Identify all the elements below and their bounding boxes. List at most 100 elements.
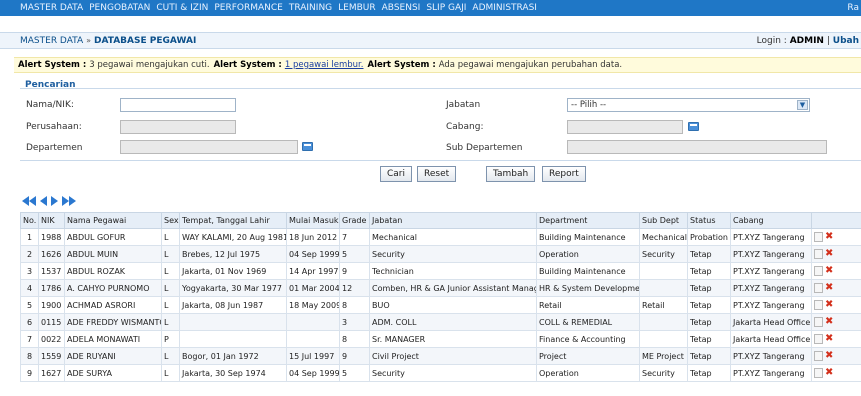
cell-status: Tetap [687, 296, 731, 314]
edit-icon[interactable] [814, 300, 823, 310]
table-row[interactable]: 9 1627 ADE SURYA L Jakarta, 30 Sep 1974 04 Se… [20, 364, 861, 382]
delete-icon[interactable]: ✖ [825, 283, 833, 293]
cell-cabang: Jakarta Head Office [730, 330, 812, 348]
nav-item-pengobatan[interactable]: PENGOBATAN [89, 3, 150, 13]
perusahaan-label: Perusahaan: [26, 122, 82, 132]
cell-ttl [179, 330, 287, 348]
table-row[interactable]: 2 1626 ABDUL MUIN L Brebes, 12 Jul 1975 04 Se… [20, 245, 861, 263]
cell-nama: A. CAHYO PURNOMO [64, 279, 162, 297]
table-row[interactable]: 7 0022 ADELA MONAWATI P 8 Sr. MANAGER Finance … [20, 330, 861, 348]
cell-mulai-masuk: 18 Jun 2012 [286, 228, 340, 246]
cell-jabatan: Technician [369, 262, 537, 280]
edit-icon[interactable] [814, 266, 823, 276]
cell-department: Building Maintenance [536, 262, 640, 280]
alert-lembur-link[interactable]: 1 pegawai lembur. [285, 60, 364, 70]
column-header[interactable]: Sex [161, 212, 180, 229]
column-header[interactable]: Mulai Masuk [286, 212, 340, 229]
cell-nama: ADE RUYANI [64, 347, 162, 365]
cell-sex: L [161, 313, 180, 331]
departemen-input[interactable] [120, 140, 298, 154]
double-left-arrow-icon[interactable] [22, 196, 36, 206]
delete-icon[interactable]: ✖ [825, 351, 833, 361]
table-row[interactable]: 8 1559 ADE RUYANI L Bogor, 01 Jan 1972 15 Jul… [20, 347, 861, 365]
nav-item-master-data[interactable]: MASTER DATA [20, 3, 83, 13]
reset-button[interactable]: Reset [417, 166, 457, 182]
cell-actions: ✖ [811, 279, 861, 297]
cell-sex: P [161, 330, 180, 348]
table-row[interactable]: 6 0115 ADE FREDDY WISMANTO L 3 ADM. COLL COLL … [20, 313, 861, 331]
cell-no: 1 [20, 228, 39, 246]
employee-table: No. NIK Nama Pegawai Sex Tempat, Tanggal… [20, 212, 861, 382]
cell-mulai-masuk: 15 Jul 1997 [286, 347, 340, 365]
jabatan-select[interactable]: -- Pilih -- ▼ [567, 98, 810, 112]
edit-icon[interactable] [814, 232, 823, 242]
alert-perubahan: Alert System : Ada pegawai mengajukan per… [367, 60, 622, 70]
breadcrumb-root[interactable]: MASTER DATA [20, 36, 83, 46]
edit-icon[interactable] [814, 351, 823, 361]
column-header[interactable]: NIK [38, 212, 65, 229]
ubah-link[interactable]: Ubah [833, 36, 859, 46]
login-label: Login : [756, 36, 787, 46]
table-row[interactable]: 4 1786 A. CAHYO PURNOMO L Yogyakarta, 30 Mar… [20, 279, 861, 297]
table-row[interactable]: 3 1537 ABDUL ROZAK L Jakarta, 01 Nov 1969 14 … [20, 262, 861, 280]
column-header[interactable]: Nama Pegawai [64, 212, 162, 229]
delete-icon[interactable]: ✖ [825, 249, 833, 259]
cell-nama: ABDUL ROZAK [64, 262, 162, 280]
cell-status: Tetap [687, 313, 731, 331]
tambah-button[interactable]: Tambah [486, 166, 536, 182]
perusahaan-input[interactable] [120, 120, 236, 134]
sub-departemen-input[interactable] [567, 140, 827, 154]
edit-icon[interactable] [814, 334, 823, 344]
cell-status: Tetap [687, 347, 731, 365]
delete-icon[interactable]: ✖ [825, 266, 833, 276]
edit-icon[interactable] [814, 249, 823, 259]
nama-nik-input[interactable] [120, 98, 236, 112]
nav-item-absensi[interactable]: ABSENSI [382, 3, 421, 13]
calendar-icon[interactable] [688, 122, 699, 131]
delete-icon[interactable]: ✖ [825, 368, 833, 378]
table-row[interactable]: 5 1900 ACHMAD ASRORI L Jakarta, 08 Jun 1987 1… [20, 296, 861, 314]
edit-icon[interactable] [814, 283, 823, 293]
cell-sex: L [161, 245, 180, 263]
report-button[interactable]: Report [542, 166, 586, 182]
cari-button[interactable]: Cari [380, 166, 412, 182]
nav-item-cuti-izin[interactable]: CUTI & IZIN [156, 3, 208, 13]
cell-department: HR & System Development [536, 279, 640, 297]
column-header[interactable]: Cabang [730, 212, 812, 229]
cell-actions: ✖ [811, 313, 861, 331]
column-header[interactable]: Tempat, Tanggal Lahir [179, 212, 287, 229]
calendar-icon[interactable] [302, 142, 313, 151]
divider [20, 160, 861, 161]
double-right-arrow-icon[interactable] [62, 196, 76, 206]
cell-status: Tetap [687, 330, 731, 348]
table-row[interactable]: 1 1988 ABDUL GOFUR L WAY KALAMI, 20 Aug 1981… [20, 228, 861, 246]
delete-icon[interactable]: ✖ [825, 232, 833, 242]
nav-item-training[interactable]: TRAINING [289, 3, 332, 13]
delete-icon[interactable]: ✖ [825, 300, 833, 310]
cell-actions: ✖ [811, 364, 861, 382]
cell-department: Project [536, 347, 640, 365]
cell-mulai-masuk: 04 Sep 1999 [286, 245, 340, 263]
cell-status: Tetap [687, 279, 731, 297]
column-header[interactable]: Status [687, 212, 731, 229]
nav-item-administrasi[interactable]: ADMINISTRASI [472, 3, 537, 13]
cabang-input[interactable] [567, 120, 683, 134]
column-header[interactable]: Jabatan [369, 212, 537, 229]
column-header[interactable]: Department [536, 212, 640, 229]
edit-icon[interactable] [814, 317, 823, 327]
left-arrow-icon[interactable] [40, 196, 47, 206]
column-header[interactable]: Sub Dept [639, 212, 688, 229]
cell-nik: 1786 [38, 279, 65, 297]
column-header[interactable]: No. [20, 212, 39, 229]
cell-grade: 12 [339, 279, 370, 297]
nav-item-performance[interactable]: PERFORMANCE [214, 3, 283, 13]
delete-icon[interactable]: ✖ [825, 334, 833, 344]
delete-icon[interactable]: ✖ [825, 317, 833, 327]
cell-nik: 1988 [38, 228, 65, 246]
right-arrow-icon[interactable] [51, 196, 58, 206]
edit-icon[interactable] [814, 368, 823, 378]
nav-item-slip-gaji[interactable]: SLIP GAJI [426, 3, 466, 13]
cell-mulai-masuk: 01 Mar 2004 [286, 279, 340, 297]
nav-item-lembur[interactable]: LEMBUR [338, 3, 375, 13]
column-header[interactable]: Grade [339, 212, 370, 229]
